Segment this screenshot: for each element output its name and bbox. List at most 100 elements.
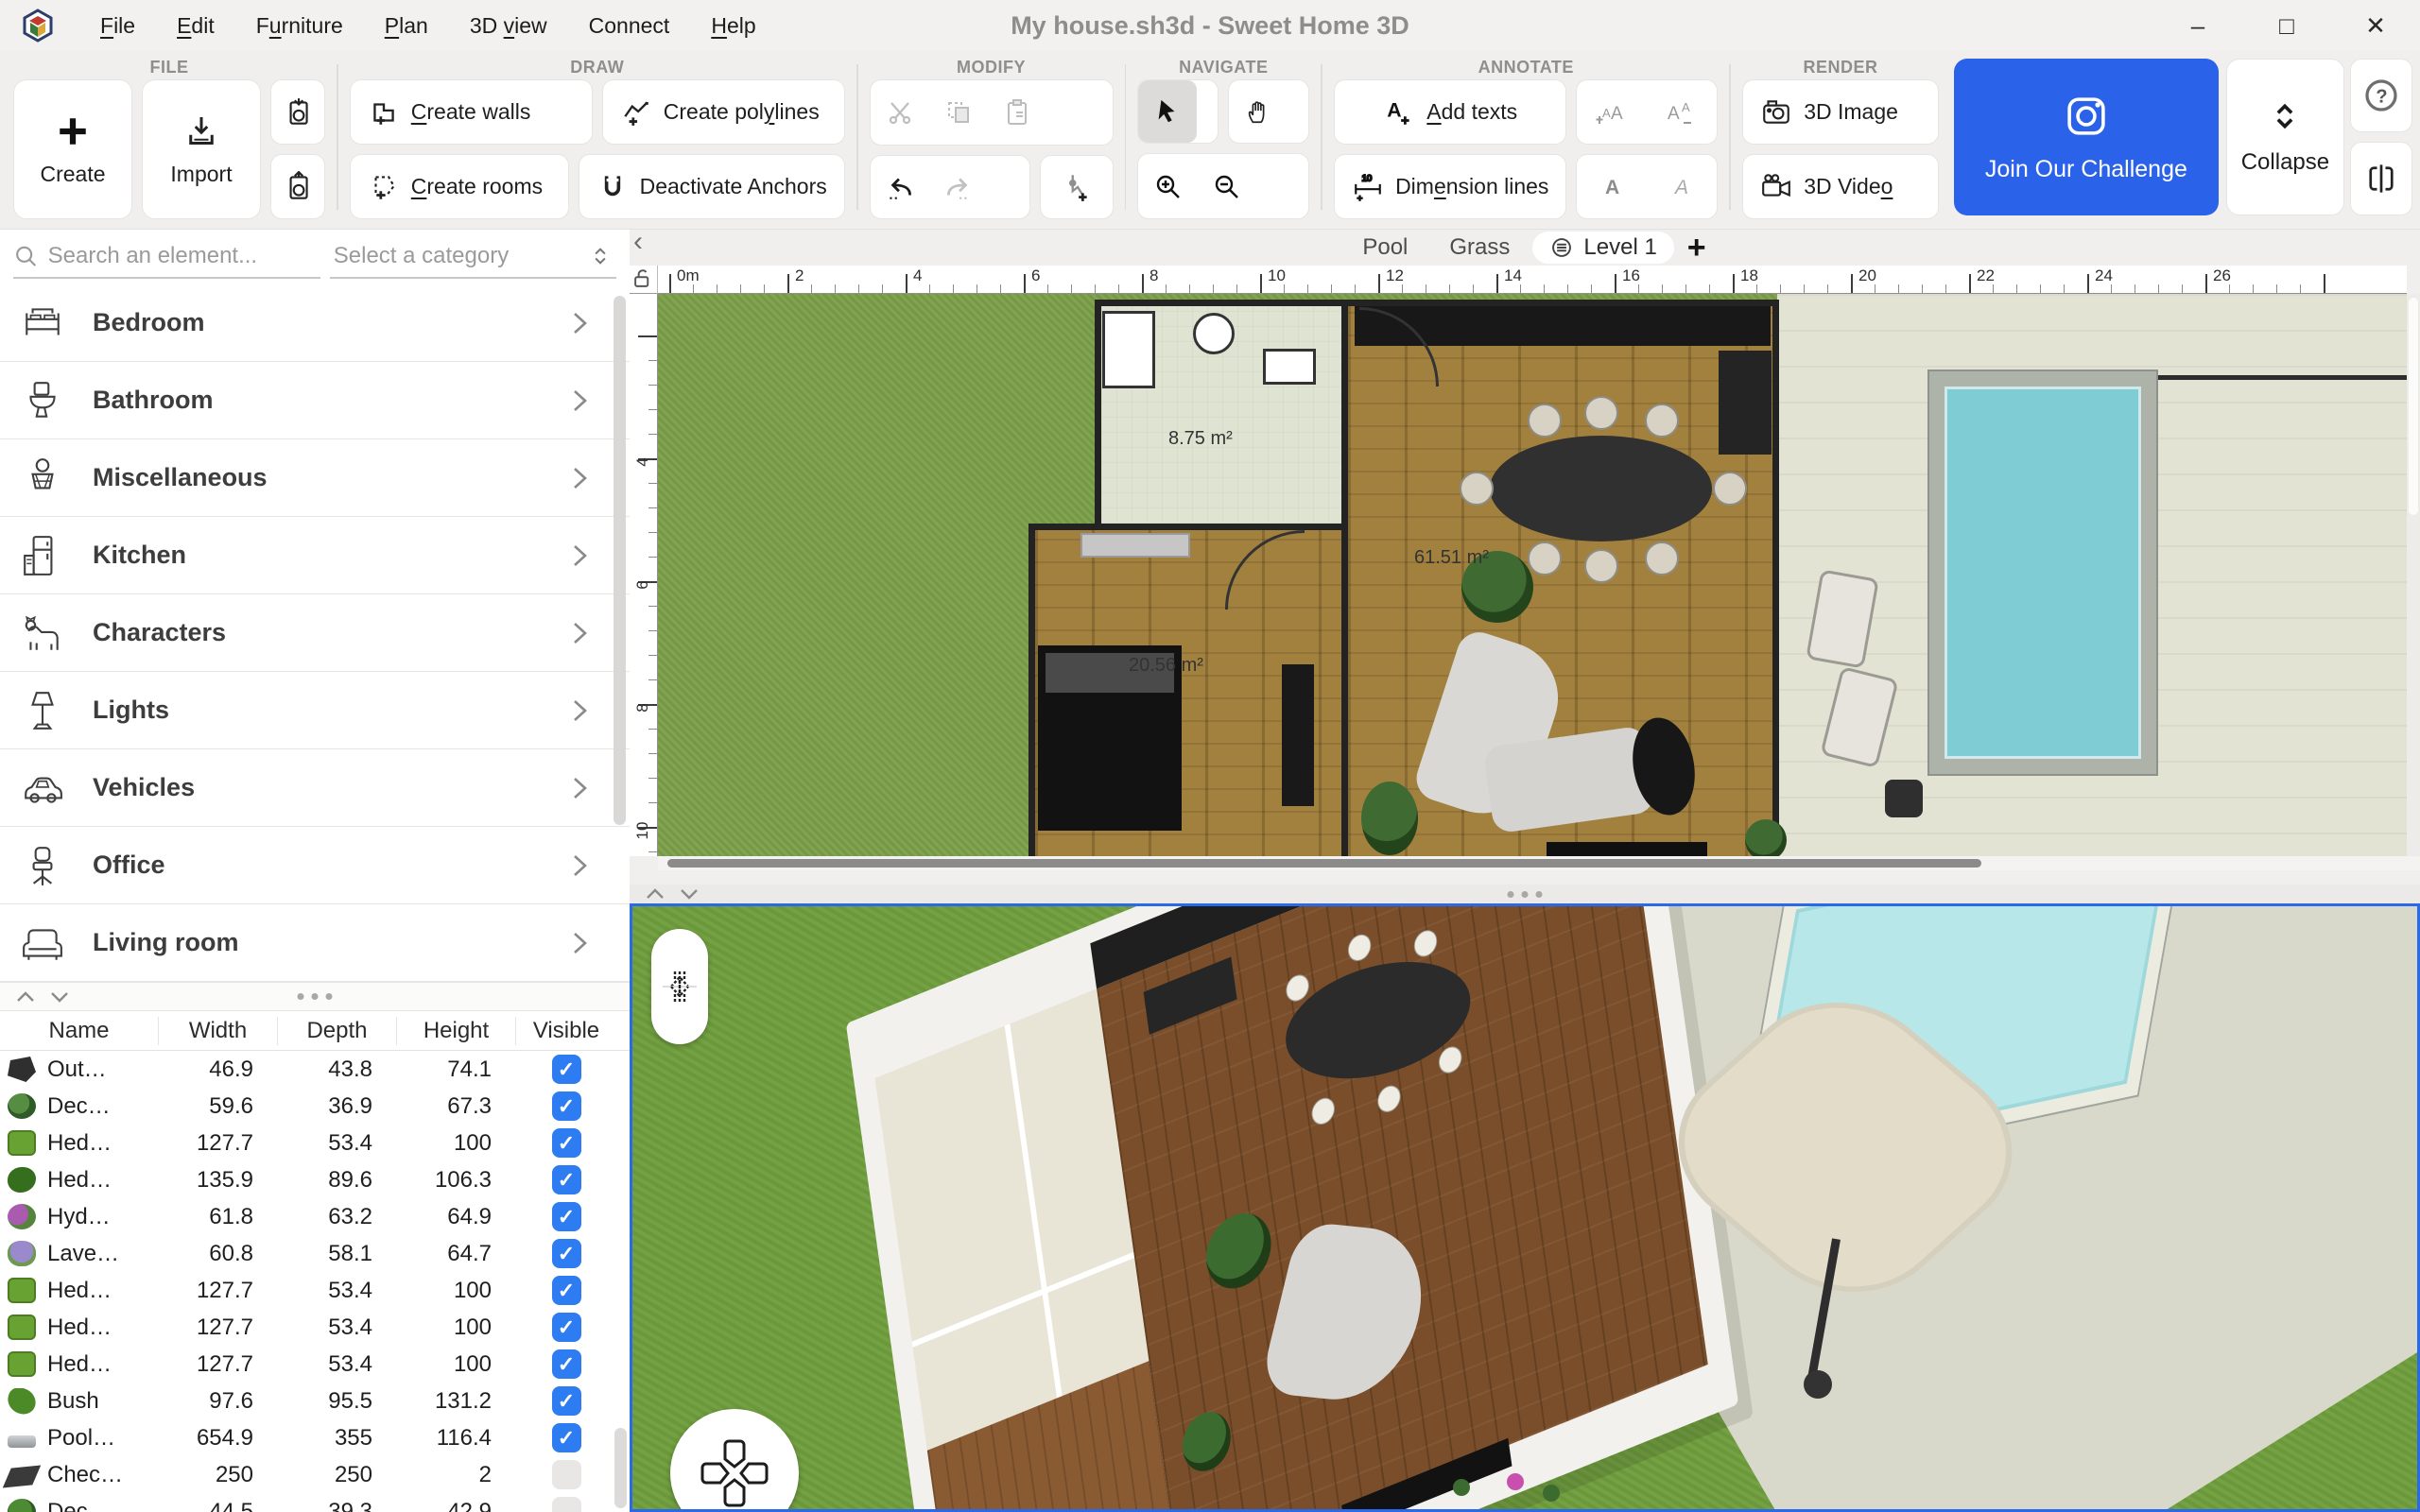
column-name[interactable]: Name xyxy=(0,1017,159,1045)
visible-checkbox[interactable]: ✓ xyxy=(552,1165,581,1194)
search-input[interactable] xyxy=(48,243,320,269)
zoom-out-button[interactable] xyxy=(1197,154,1255,218)
menu-item[interactable]: Furniture xyxy=(235,0,364,51)
category-item[interactable]: Miscellaneous xyxy=(0,439,630,517)
maximize-button[interactable]: □ xyxy=(2242,0,2331,51)
visible-checkbox[interactable]: ✓ xyxy=(552,1091,581,1121)
create-button[interactable]: Create xyxy=(13,79,132,219)
category-item[interactable]: Vehicles xyxy=(0,749,630,827)
visible-checkbox[interactable] xyxy=(552,1497,581,1512)
plan-3d-splitter[interactable] xyxy=(630,885,2420,903)
table-row[interactable]: Hed… 127.7 53.4 100 ✓ xyxy=(0,1125,630,1161)
create-walls-button[interactable]: Create walls xyxy=(350,79,593,145)
collapse-toolbar-button[interactable]: Collapse xyxy=(2226,59,2344,215)
plant-2d[interactable] xyxy=(1745,819,1787,856)
visible-checkbox[interactable]: ✓ xyxy=(552,1128,581,1158)
visible-checkbox[interactable]: ✓ xyxy=(552,1423,581,1452)
table-row[interactable]: Hyd… 61.8 63.2 64.9 ✓ xyxy=(0,1198,630,1235)
3d-video-button[interactable]: 3D Video xyxy=(1742,154,1939,219)
increase-text-size-button[interactable]: A A xyxy=(1577,80,1647,144)
3d-image-button[interactable]: 3D Image xyxy=(1742,79,1939,145)
column-visible[interactable]: Visible xyxy=(516,1017,616,1045)
dimension-lines-button[interactable]: 10 Dimension lines xyxy=(1334,154,1566,219)
import-button[interactable]: Import xyxy=(142,79,261,219)
category-select[interactable]: Select a category xyxy=(330,235,616,279)
visible-checkbox[interactable]: ✓ xyxy=(552,1276,581,1305)
visible-checkbox[interactable] xyxy=(552,1460,581,1489)
kitchen-appliance[interactable] xyxy=(1719,351,1772,455)
collapse-left-icon[interactable]: ‹ xyxy=(633,228,643,256)
redo-button[interactable] xyxy=(929,156,988,218)
dining-table-2d[interactable] xyxy=(1490,436,1712,541)
menu-item[interactable]: Help xyxy=(690,0,776,51)
add-texts-button[interactable]: A Add texts xyxy=(1334,79,1566,145)
italic-button[interactable]: A xyxy=(1647,155,1717,218)
catalog-table-splitter[interactable] xyxy=(0,982,630,1010)
table-scrollbar[interactable] xyxy=(614,1428,627,1508)
zoom-in-button[interactable] xyxy=(1138,154,1197,218)
closet-2d[interactable] xyxy=(1282,664,1314,806)
visible-checkbox[interactable]: ✓ xyxy=(552,1055,581,1084)
fence-line[interactable] xyxy=(2130,375,2420,380)
sink-2d[interactable] xyxy=(1263,349,1316,385)
menu-item[interactable]: Connect xyxy=(568,0,691,51)
help-button[interactable]: ? xyxy=(2350,59,2412,132)
select-tool-button[interactable] xyxy=(1138,80,1197,143)
plan-canvas[interactable]: 8.75 m² 61.51 m² 20.56 m² xyxy=(658,294,2420,856)
tab-grass[interactable]: Grass xyxy=(1430,234,1529,261)
menu-item[interactable]: File xyxy=(79,0,156,51)
tab-pool[interactable]: Pool xyxy=(1343,234,1426,261)
visible-checkbox[interactable]: ✓ xyxy=(552,1386,581,1416)
undo-button[interactable] xyxy=(871,156,929,218)
chevron-down-icon[interactable] xyxy=(49,989,70,1005)
swimming-pool-2d[interactable] xyxy=(1929,371,2156,774)
paste-button[interactable] xyxy=(988,80,1046,145)
table-row[interactable]: Chec… 250 250 2 xyxy=(0,1456,630,1493)
elevation-down-icon[interactable] xyxy=(664,968,696,1005)
splitter-handle-dots[interactable] xyxy=(298,993,333,1000)
menu-item[interactable]: Plan xyxy=(364,0,449,51)
splitter-handle-dots[interactable] xyxy=(1508,891,1543,898)
table-row[interactable]: Pool… 654.9 355 116.4 ✓ xyxy=(0,1419,630,1456)
plant-2d[interactable] xyxy=(1361,782,1418,855)
tab-level1[interactable]: Level 1 xyxy=(1532,232,1673,264)
visible-checkbox[interactable]: ✓ xyxy=(552,1202,581,1231)
create-rooms-button[interactable]: Create rooms xyxy=(350,154,569,219)
table-row[interactable]: Bush 97.6 95.5 131.2 ✓ xyxy=(0,1383,630,1419)
category-scrollbar[interactable] xyxy=(614,296,626,825)
bathroom-cabinet[interactable] xyxy=(1102,311,1155,388)
table-row[interactable]: Dec… 59.6 36.9 67.3 ✓ xyxy=(0,1088,630,1125)
plan-vertical-scrollbar[interactable] xyxy=(2407,294,2420,856)
table-row[interactable]: Out… 46.9 43.8 74.1 ✓ xyxy=(0,1051,630,1088)
create-polylines-button[interactable]: Create polylines xyxy=(602,79,845,145)
pan-tool-button[interactable] xyxy=(1229,80,1288,143)
category-item[interactable]: Characters xyxy=(0,594,630,672)
chevron-up-icon[interactable] xyxy=(645,886,666,902)
table-row[interactable]: Hed… 135.9 89.6 106.3 ✓ xyxy=(0,1161,630,1198)
column-depth[interactable]: Depth xyxy=(278,1017,397,1045)
plan-horizontal-scrollbar[interactable] xyxy=(658,856,2420,870)
visible-checkbox[interactable]: ✓ xyxy=(552,1349,581,1379)
table-row[interactable]: Hed… 127.7 53.4 100 ✓ xyxy=(0,1272,630,1309)
menu-item[interactable]: Edit xyxy=(156,0,235,51)
copy-button[interactable] xyxy=(929,80,988,145)
column-width[interactable]: Width xyxy=(159,1017,278,1045)
dpad-navigation-control[interactable] xyxy=(670,1409,799,1512)
table-row[interactable]: Lave… 60.8 58.1 64.7 ✓ xyxy=(0,1235,630,1272)
chevron-up-icon[interactable] xyxy=(15,989,36,1005)
view-3d[interactable] xyxy=(630,903,2420,1512)
splitter-arrows[interactable] xyxy=(630,886,700,902)
join-challenge-button[interactable]: Join Our Challenge xyxy=(1954,59,2219,215)
splitter-arrows[interactable] xyxy=(0,989,70,1005)
elevation-control[interactable] xyxy=(651,929,708,1044)
tv-cabinet-2d[interactable] xyxy=(1547,842,1707,856)
cut-button[interactable] xyxy=(871,80,929,145)
category-item[interactable]: Bathroom xyxy=(0,362,630,439)
menu-item[interactable]: 3D view xyxy=(449,0,568,51)
category-item[interactable]: Living room xyxy=(0,904,630,982)
column-height[interactable]: Height xyxy=(397,1017,516,1045)
category-item[interactable]: Office xyxy=(0,827,630,904)
category-item[interactable]: Kitchen xyxy=(0,517,630,594)
visible-checkbox[interactable]: ✓ xyxy=(552,1239,581,1268)
toilet-2d[interactable] xyxy=(1193,313,1235,354)
